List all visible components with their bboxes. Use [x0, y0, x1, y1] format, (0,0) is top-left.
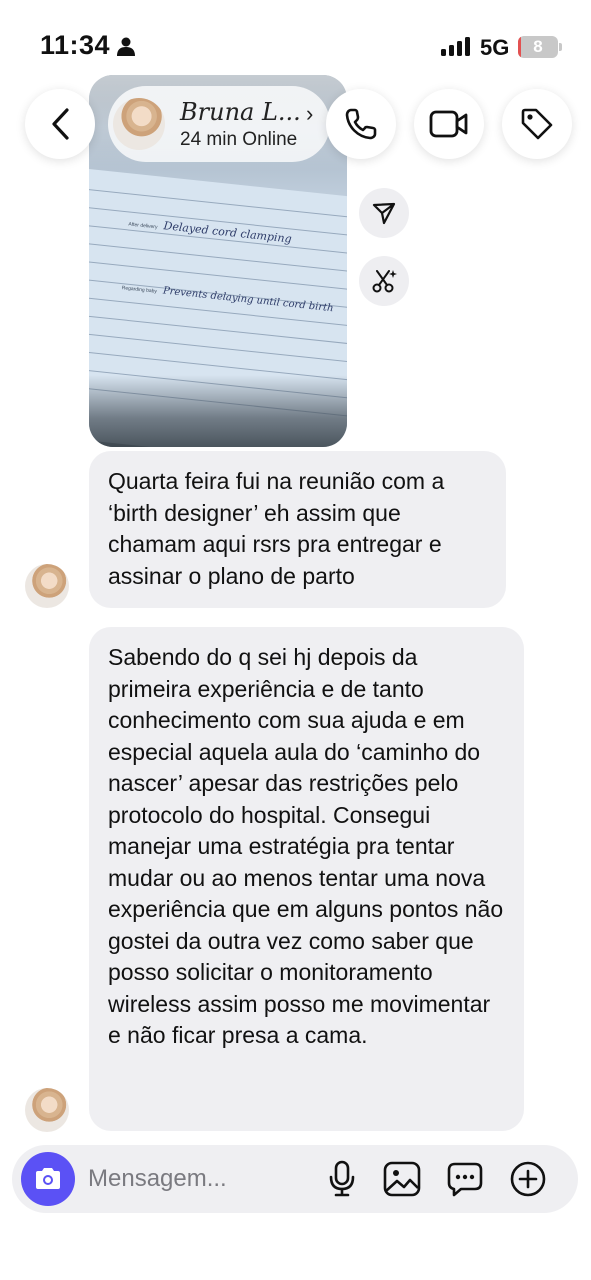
contact-status: 24 min Online: [180, 129, 298, 150]
message-bubble[interactable]: Sabendo do q sei hj depois da primeira e…: [89, 627, 524, 1131]
back-button[interactable]: [25, 89, 95, 159]
status-time: 11:34: [40, 30, 111, 60]
tag-icon: [521, 108, 553, 140]
sender-avatar[interactable]: [25, 1088, 69, 1132]
call-button[interactable]: [326, 89, 396, 159]
sparkle-scissors-icon: [372, 270, 397, 293]
tag-button[interactable]: [502, 89, 572, 159]
ai-edit-button[interactable]: [359, 256, 409, 306]
network-type: 5G: [480, 35, 510, 60]
phone-icon: [345, 108, 377, 140]
chevron-left-icon: [52, 108, 69, 140]
plus-circle-icon: [510, 1161, 546, 1197]
photo-handwriting-2: Regarding baby Prevents delaying until co…: [121, 285, 335, 315]
battery-nub: [559, 43, 562, 51]
battery-level: 8: [533, 37, 543, 56]
chat-bubble-icon: [447, 1162, 483, 1197]
message-input[interactable]: [88, 1159, 308, 1199]
video-call-button[interactable]: [414, 89, 484, 159]
person-icon: [117, 37, 135, 56]
gallery-button[interactable]: [380, 1157, 424, 1201]
more-button[interactable]: [506, 1157, 550, 1201]
share-button[interactable]: [359, 188, 409, 238]
signal-icon: [441, 37, 470, 56]
camera-button[interactable]: [21, 1152, 75, 1206]
send-icon: [372, 202, 396, 225]
video-camera-icon: [429, 110, 468, 138]
sticker-button[interactable]: [443, 1157, 487, 1201]
camera-icon: [36, 1168, 60, 1189]
contact-avatar[interactable]: [113, 98, 165, 150]
contact-name[interactable]: Bruna L...: [180, 98, 301, 126]
battery-icon: 8: [518, 36, 558, 58]
chevron-right-icon[interactable]: ›: [306, 101, 313, 127]
sender-avatar[interactable]: [25, 564, 69, 608]
microphone-button[interactable]: [320, 1157, 364, 1201]
photo-bottom-shade: [89, 375, 347, 447]
message-bubble[interactable]: Quarta feira fui na reunião com a ‘birth…: [89, 451, 506, 608]
microphone-icon: [329, 1160, 355, 1197]
image-icon: [383, 1161, 421, 1197]
